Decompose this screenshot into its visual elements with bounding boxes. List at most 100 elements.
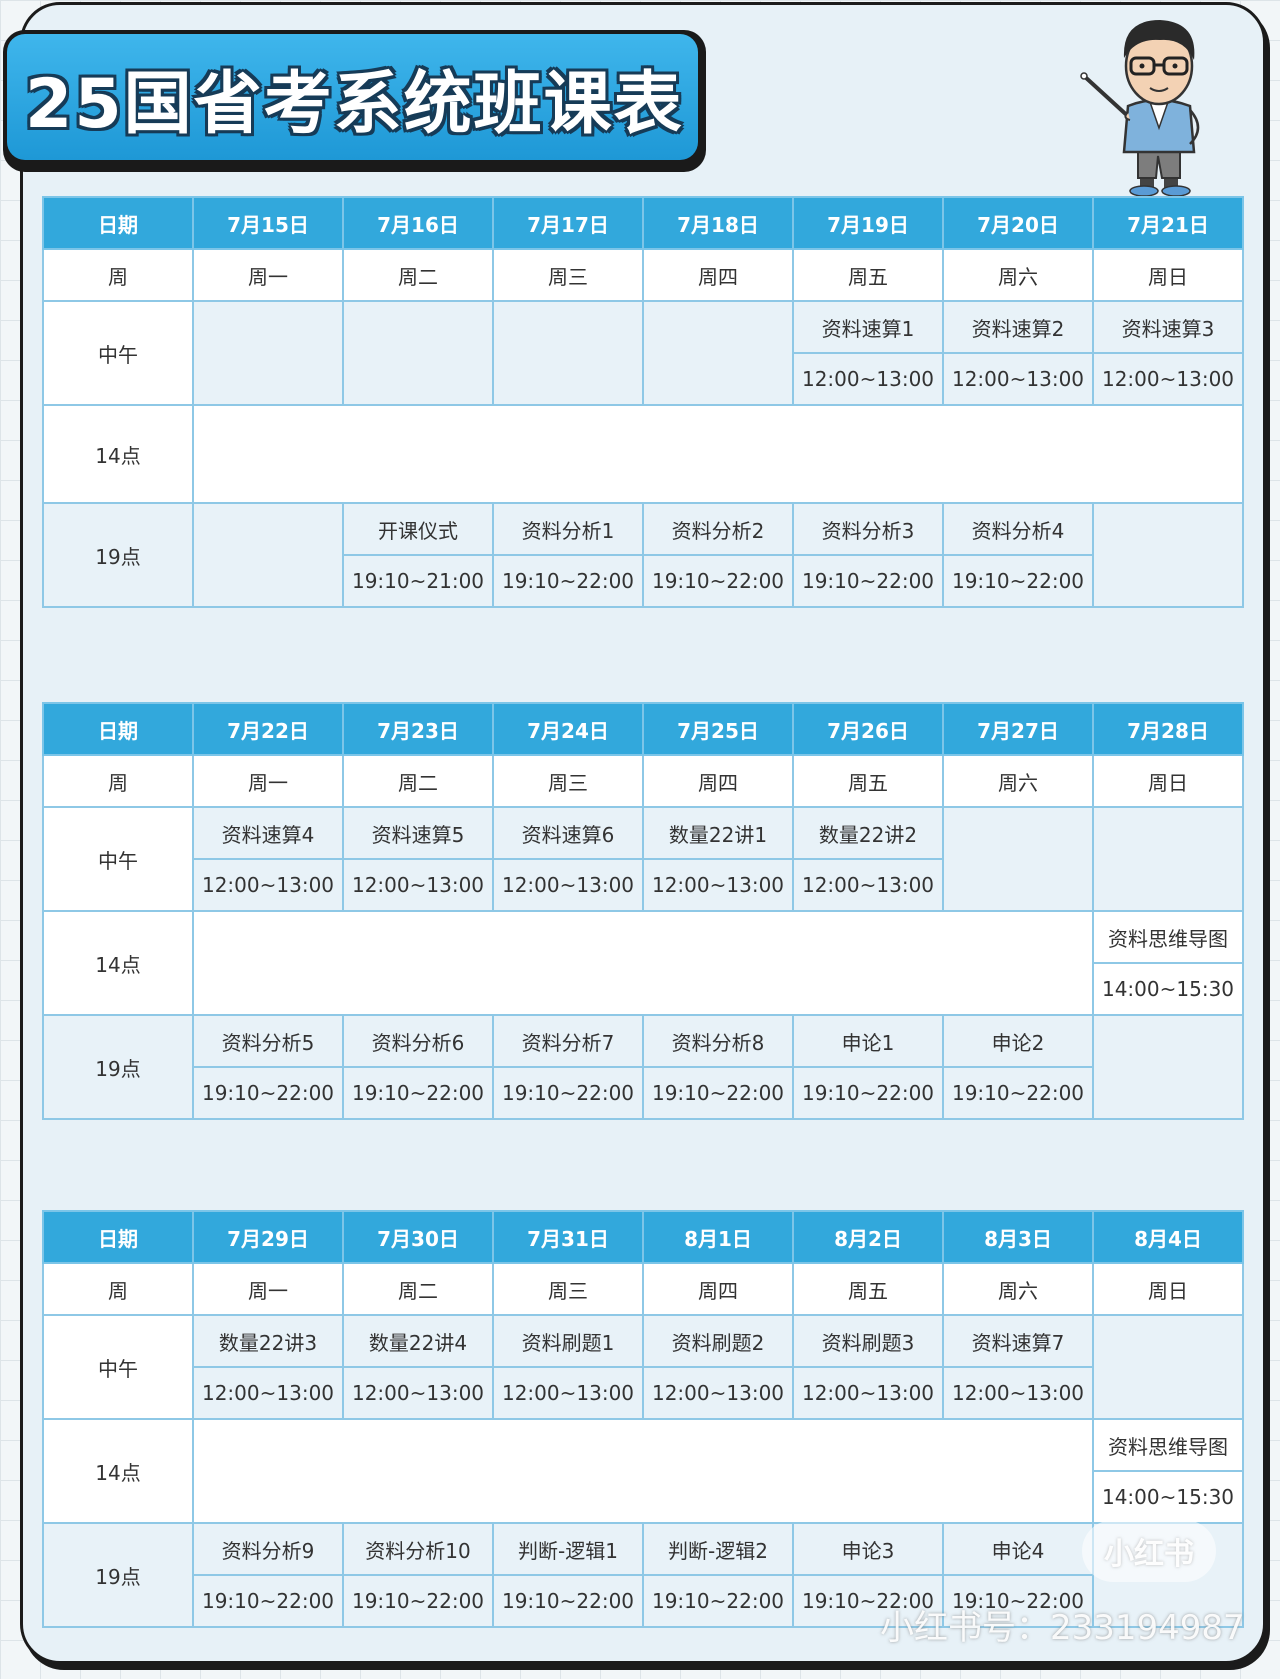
- course-time: 19:10~21:00: [342, 554, 494, 608]
- course-time: 19:10~22:00: [642, 1574, 794, 1628]
- course-name: 开课仪式: [342, 502, 494, 556]
- date-cell: 7月15日: [192, 196, 344, 250]
- schedule-table-week-1: 日期 7月15日 7月16日 7月17日 7月18日 7月19日 7月20日 7…: [42, 196, 1244, 608]
- schedule-table-week-3: 日期 7月29日 7月30日 7月31日 8月1日 8月2日 8月3日 8月4日…: [42, 1210, 1244, 1628]
- course-name: 数量22讲1: [642, 806, 794, 860]
- date-cell: 7月22日: [192, 702, 344, 756]
- slot-label-19: 19点: [42, 1014, 194, 1120]
- date-cell: 7月25日: [642, 702, 794, 756]
- slot-label-noon: 中午: [42, 806, 194, 912]
- course-name: 资料速算2: [942, 300, 1094, 354]
- course-name: 申论3: [792, 1522, 944, 1576]
- weekday-cell: 周二: [342, 754, 494, 808]
- date-cell: 7月27日: [942, 702, 1094, 756]
- course-name: 申论4: [942, 1522, 1094, 1576]
- course-name: 资料速算3: [1092, 300, 1244, 354]
- date-cell: 8月2日: [792, 1210, 944, 1264]
- course-name: 资料速算7: [942, 1314, 1094, 1368]
- course-name: 资料刷题1: [492, 1314, 644, 1368]
- course-name: 资料分析10: [342, 1522, 494, 1576]
- course-time: 19:10~22:00: [342, 1574, 494, 1628]
- weekday-cell: 周四: [642, 1262, 794, 1316]
- slot-label-14: 14点: [42, 404, 194, 504]
- slot-label-noon: 中午: [42, 1314, 194, 1420]
- course-time: 12:00~13:00: [642, 1366, 794, 1420]
- p19-course-row: 19点 开课仪式 资料分析1 资料分析2 资料分析3 资料分析4: [42, 502, 1244, 608]
- weekday-cell: 周六: [942, 248, 1094, 302]
- slot-label-19: 19点: [42, 502, 194, 608]
- course-time: 12:00~13:00: [942, 352, 1094, 406]
- course-name: 资料分析4: [942, 502, 1094, 556]
- empty-cell: [342, 300, 494, 406]
- weekday-cell: 周一: [192, 754, 344, 808]
- course-time: 12:00~13:00: [642, 858, 794, 912]
- empty-cell: [492, 300, 644, 406]
- weekday-cell: 周五: [792, 1262, 944, 1316]
- course-name: 资料速算6: [492, 806, 644, 860]
- date-cell: 7月23日: [342, 702, 494, 756]
- date-cell: 7月17日: [492, 196, 644, 250]
- weekday-cell: 周六: [942, 1262, 1094, 1316]
- empty-cell: [942, 806, 1094, 912]
- date-cell: 7月29日: [192, 1210, 344, 1264]
- course-name: 资料分析7: [492, 1014, 644, 1068]
- empty-cell: [642, 300, 794, 406]
- weekday-cell: 周三: [492, 754, 644, 808]
- course-name: 资料分析6: [342, 1014, 494, 1068]
- noon-course-row: 中午 资料速算1 资料速算2 资料速算3: [42, 300, 1244, 406]
- weekday-cell: 周四: [642, 754, 794, 808]
- course-time: 19:10~22:00: [342, 1066, 494, 1120]
- date-cell: 8月1日: [642, 1210, 794, 1264]
- date-cell: 7月24日: [492, 702, 644, 756]
- course-time: 19:10~22:00: [792, 554, 944, 608]
- header-date: 日期: [42, 1210, 194, 1264]
- weekday-cell: 周一: [192, 248, 344, 302]
- weekday-cell: 周日: [1092, 754, 1244, 808]
- course-time: 19:10~22:00: [492, 1066, 644, 1120]
- course-name: 资料分析8: [642, 1014, 794, 1068]
- date-cell: 7月20日: [942, 196, 1094, 250]
- date-cell: 8月3日: [942, 1210, 1094, 1264]
- weekday-cell: 周五: [792, 248, 944, 302]
- course-time: 12:00~13:00: [1092, 352, 1244, 406]
- course-name: 资料速算5: [342, 806, 494, 860]
- weekday-cell: 周三: [492, 248, 644, 302]
- course-name: 资料分析3: [792, 502, 944, 556]
- watermark-account-id: 小红书号：233194987: [880, 1608, 1245, 1648]
- course-time: 19:10~22:00: [192, 1574, 344, 1628]
- course-name: 资料思维导图: [1092, 910, 1244, 964]
- course-name: 资料分析1: [492, 502, 644, 556]
- weekday-row: 周 周一 周二 周三 周四 周五 周六 周日: [42, 1262, 1244, 1316]
- empty-cell: [192, 502, 344, 608]
- course-name: 资料分析2: [642, 502, 794, 556]
- date-row: 日期 7月15日 7月16日 7月17日 7月18日 7月19日 7月20日 7…: [42, 196, 1244, 250]
- course-name: 判断-逻辑1: [492, 1522, 644, 1576]
- date-cell: 7月31日: [492, 1210, 644, 1264]
- course-name: 资料分析9: [192, 1522, 344, 1576]
- schedule-table-week-2: 日期 7月22日 7月23日 7月24日 7月25日 7月26日 7月27日 7…: [42, 702, 1244, 1120]
- weekday-row: 周 周一 周二 周三 周四 周五 周六 周日: [42, 754, 1244, 808]
- course-time: 19:10~22:00: [942, 1066, 1094, 1120]
- weekday-cell: 周六: [942, 754, 1094, 808]
- header-week: 周: [42, 1262, 194, 1316]
- course-time: 12:00~13:00: [342, 1366, 494, 1420]
- p14-course-row: 14点 资料思维导图: [42, 1418, 1244, 1524]
- noon-course-row: 中午 资料速算4 资料速算5 资料速算6 数量22讲1 数量22讲2: [42, 806, 1244, 912]
- date-cell: 7月19日: [792, 196, 944, 250]
- course-time: 12:00~13:00: [942, 1366, 1094, 1420]
- course-time: 14:00~15:30: [1092, 1470, 1244, 1524]
- weekday-row: 周 周一 周二 周三 周四 周五 周六 周日: [42, 248, 1244, 302]
- course-time: 12:00~13:00: [492, 858, 644, 912]
- p19-time-row: 19:10~22:00 19:10~22:00 19:10~22:00 19:1…: [43, 1066, 1243, 1120]
- weekday-cell: 周四: [642, 248, 794, 302]
- weekday-cell: 周二: [342, 1262, 494, 1316]
- date-cell: 7月18日: [642, 196, 794, 250]
- date-cell: 7月16日: [342, 196, 494, 250]
- date-cell: 8月4日: [1092, 1210, 1244, 1264]
- noon-time-row: 12:00~13:00 12:00~13:00 12:00~13:00 12:0…: [43, 1366, 1243, 1420]
- p14-course-row: 14点 资料思维导图: [42, 910, 1244, 1016]
- date-cell: 7月30日: [342, 1210, 494, 1264]
- teacher-cartoon-icon: [1080, 20, 1200, 196]
- course-name: 数量22讲3: [192, 1314, 344, 1368]
- course-name: 资料刷题2: [642, 1314, 794, 1368]
